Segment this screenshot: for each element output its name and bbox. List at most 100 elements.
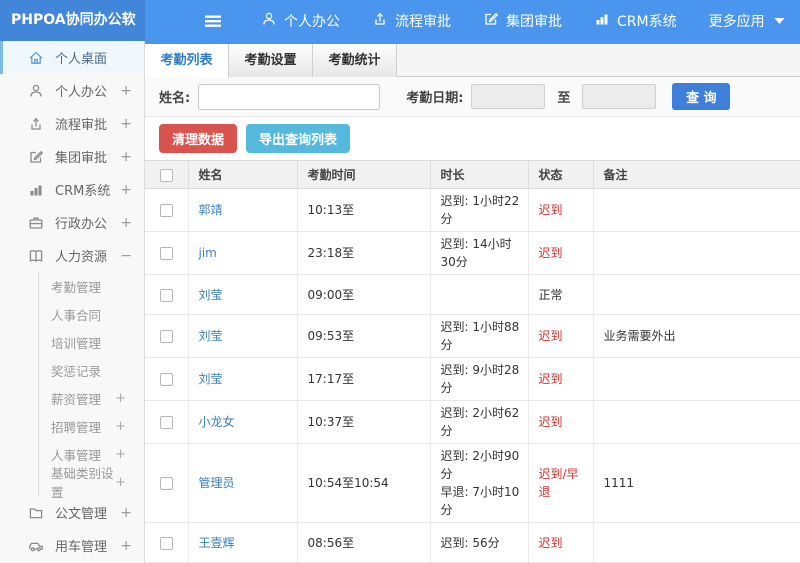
sidebar-item[interactable]: 行政办公 + (0, 206, 144, 239)
sidebar-subitem[interactable]: 培训管理 (39, 328, 144, 356)
employee-name-link[interactable]: 刘莹 (199, 288, 223, 302)
table-row: 郭靖 10:13至 迟到: 1小时22分 迟到 (145, 188, 800, 232)
menu-toggle-icon[interactable] (203, 13, 223, 29)
employee-name-link[interactable]: 管理员 (199, 476, 235, 490)
topnav-item[interactable]: 个人办公 (261, 11, 340, 31)
expand-toggle-icon[interactable]: + (115, 391, 126, 406)
employee-name-link[interactable]: 刘莹 (199, 372, 223, 386)
edit-icon (483, 11, 506, 31)
tab-active[interactable]: 考勤列表 (145, 44, 229, 78)
select-all-checkbox[interactable] (159, 168, 173, 182)
sidebar-subitem[interactable]: 薪资管理 + (39, 384, 144, 412)
row-checkbox[interactable] (159, 330, 173, 343)
column-header: 时长 (430, 160, 529, 189)
row-checkbox[interactable] (159, 204, 173, 217)
sidebar-item[interactable]: 流程审批 + (0, 107, 144, 140)
date-to-input[interactable] (582, 84, 657, 109)
duration-line: 迟到: 2小时90分 (440, 449, 520, 481)
expand-toggle-icon[interactable]: + (115, 419, 126, 434)
clean-data-button[interactable]: 清理数据 (159, 124, 238, 153)
status-cell: 迟到 (528, 522, 594, 563)
topnav-item[interactable]: 集团审批 (483, 11, 562, 31)
topnav-item[interactable]: 更多应用 (709, 11, 792, 31)
top-nav: 个人办公 流程审批 集团审批 CRM系统 更多应用 (261, 11, 800, 31)
chart-icon (594, 11, 617, 31)
sidebar-item-label: 个人办公 (55, 85, 108, 100)
column-header: 考勤时间 (297, 160, 431, 189)
topnav-item-label: 集团审批 (506, 13, 562, 30)
tab-inactive[interactable]: 考勤设置 (229, 44, 313, 77)
expand-toggle-icon[interactable]: + (120, 215, 132, 231)
sidebar-item[interactable]: 个人桌面 (0, 41, 144, 74)
employee-name-link[interactable]: 刘莹 (199, 329, 223, 343)
sidebar-submenu: 考勤管理 人事合同 培训管理 奖惩记录 薪资管理 + 招聘管理 + 人事管理 + 基础类别设置 + (38, 272, 144, 500)
process-icon (372, 11, 395, 31)
note-cell (593, 522, 800, 563)
expand-toggle-icon[interactable]: + (120, 83, 132, 99)
sidebar-item[interactable]: 个人办公 + (0, 74, 144, 107)
name-input[interactable] (198, 83, 381, 110)
action-bar: 清理数据 导出查询列表 (145, 117, 800, 160)
sidebar-item[interactable]: 公文管理 + (0, 496, 144, 529)
row-checkbox-cell (145, 443, 189, 523)
row-checkbox[interactable] (159, 416, 173, 429)
name-cell: 王壹辉 (188, 522, 298, 563)
note-cell: 1111 (593, 443, 800, 523)
query-button[interactable]: 查 询 (672, 83, 731, 110)
date-from-input[interactable] (471, 84, 546, 109)
expand-toggle-icon[interactable]: − (120, 248, 132, 264)
expand-toggle-icon[interactable]: + (120, 116, 132, 132)
edit-icon (28, 148, 45, 165)
employee-name-link[interactable]: jim (199, 246, 217, 260)
topnav-item[interactable]: CRM系统 (594, 11, 677, 31)
sidebar-subitem[interactable]: 招聘管理 + (39, 412, 144, 440)
book-icon (28, 247, 45, 264)
name-label: 姓名: (159, 91, 191, 106)
column-header: 备注 (593, 160, 800, 189)
employee-name-link[interactable]: 郭靖 (199, 203, 223, 217)
row-checkbox[interactable] (159, 477, 173, 490)
home-icon (28, 49, 45, 66)
sidebar-subitem-label: 培训管理 (51, 335, 102, 351)
person-icon (28, 82, 45, 99)
sidebar-subitem-label: 考勤管理 (51, 279, 102, 295)
topnav-item[interactable]: 流程审批 (372, 11, 451, 31)
row-checkbox[interactable] (159, 373, 173, 386)
tab-inactive[interactable]: 考勤统计 (313, 44, 397, 77)
sidebar-subitem[interactable]: 考勤管理 (39, 272, 144, 300)
sidebar-subitem-label: 奖惩记录 (51, 363, 102, 379)
duration-cell: 迟到: 14小时30分 (430, 231, 529, 275)
sidebar-item[interactable]: CRM系统 + (0, 173, 144, 206)
row-checkbox[interactable] (159, 247, 173, 260)
sidebar-subitem[interactable]: 奖惩记录 (39, 356, 144, 384)
expand-toggle-icon[interactable]: + (120, 505, 132, 521)
sidebar-subitem[interactable]: 基础类别设置 + (39, 466, 144, 500)
row-checkbox[interactable] (159, 288, 173, 302)
sidebar-subitem[interactable]: 人事合同 (39, 300, 144, 328)
export-list-button[interactable]: 导出查询列表 (246, 124, 351, 153)
sidebar-item-label: 人力资源 (55, 250, 108, 265)
employee-name-link[interactable]: 小龙女 (199, 415, 235, 429)
attendance-time-cell: 08:56至 (297, 522, 431, 563)
expand-toggle-icon[interactable]: + (115, 475, 126, 490)
sidebar-item[interactable]: 人力资源 − (0, 239, 144, 272)
expand-toggle-icon[interactable]: + (120, 149, 132, 165)
employee-name-link[interactable]: 王壹辉 (199, 536, 235, 550)
doc-icon (28, 504, 45, 521)
expand-toggle-icon[interactable]: + (115, 447, 126, 462)
status-cell: 正常 (528, 274, 594, 315)
sidebar-item[interactable]: 集团审批 + (0, 140, 144, 173)
topnav-item-label: 流程审批 (395, 13, 451, 30)
sidebar-item-label: CRM系统 (55, 184, 111, 199)
row-checkbox-cell (145, 522, 189, 563)
sidebar-item[interactable]: 用车管理 + (0, 529, 144, 562)
expand-toggle-icon[interactable]: + (120, 538, 132, 554)
name-cell: 刘莹 (188, 274, 298, 315)
briefcase-icon (28, 214, 45, 231)
name-cell: 刘莹 (188, 357, 298, 401)
row-checkbox[interactable] (159, 536, 173, 550)
sidebar-subitem-label: 招聘管理 (51, 419, 102, 435)
note-cell (593, 188, 800, 232)
person-icon (261, 11, 284, 31)
expand-toggle-icon[interactable]: + (120, 182, 132, 198)
